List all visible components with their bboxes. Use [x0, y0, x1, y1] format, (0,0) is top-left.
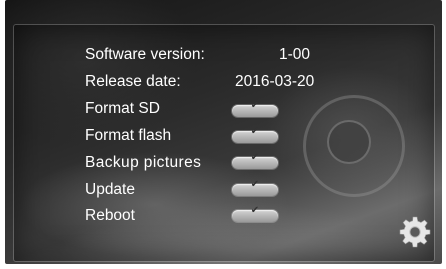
gear-icon[interactable] [398, 215, 432, 249]
format-sd-button[interactable]: ✔ [232, 100, 278, 117]
reboot-button[interactable]: ✔ [232, 205, 278, 222]
release-date-label: Release date: [85, 73, 181, 90]
release-date-value: 2016-03-20 [235, 73, 315, 90]
checkmark-icon: ✔ [250, 179, 260, 190]
reboot-label: Reboot [85, 207, 135, 224]
format-flash-label: Format flash [85, 127, 172, 144]
device-screen: Software version: 1-00 Release date: 201… [5, 0, 442, 264]
format-sd-label: Format SD [85, 100, 160, 117]
update-button[interactable]: ✔ [232, 179, 278, 196]
background-decoration [327, 120, 371, 164]
checkmark-icon: ✔ [250, 205, 260, 216]
format-flash-button[interactable]: ✔ [232, 126, 278, 143]
backup-pictures-label: Backup pictures [85, 154, 202, 171]
checkmark-icon: ✔ [250, 126, 260, 137]
backup-pictures-button[interactable]: ✔ [232, 152, 278, 169]
software-version-label: Software version: [85, 46, 205, 63]
software-version-value: 1-00 [279, 46, 311, 63]
checkmark-icon: ✔ [250, 152, 260, 163]
update-label: Update [85, 181, 135, 198]
checkmark-icon: ✔ [250, 100, 260, 111]
